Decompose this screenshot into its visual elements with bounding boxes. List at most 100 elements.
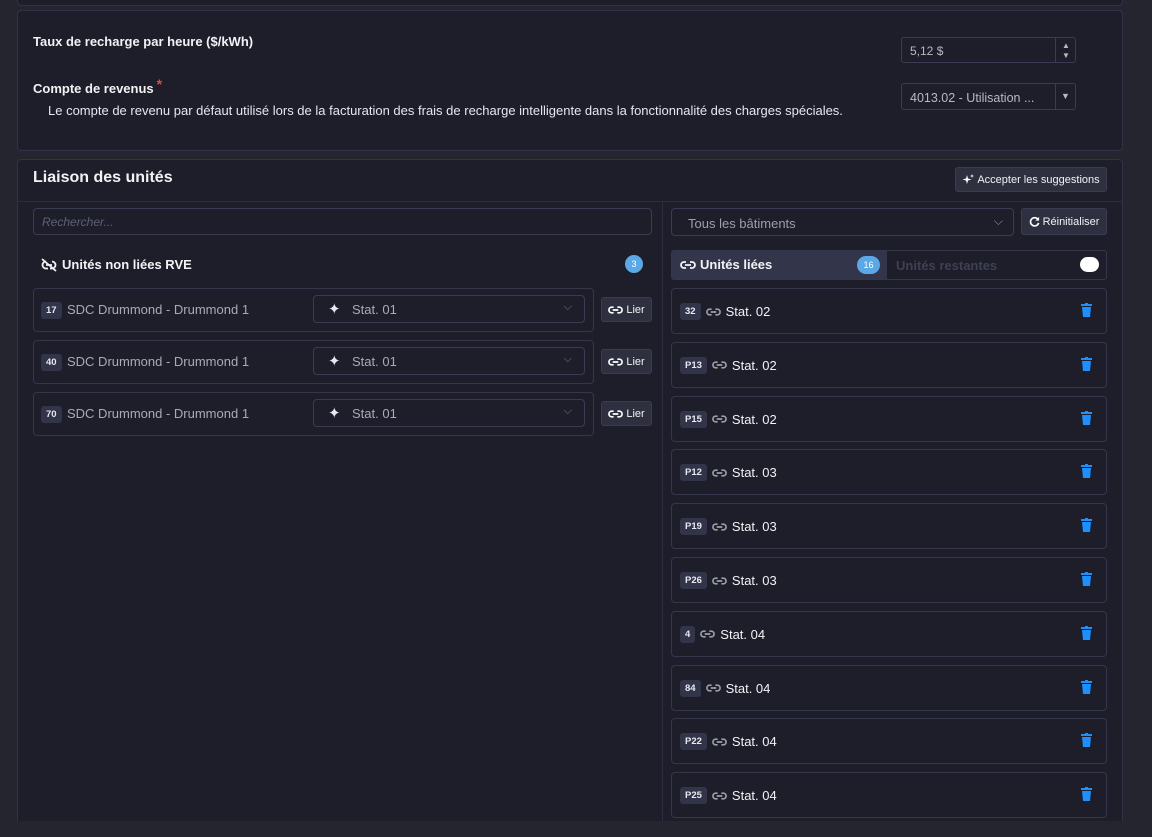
accept-suggestions-button[interactable]: Accepter les suggestions: [955, 167, 1107, 192]
sparkle-icon: ✦: [328, 301, 341, 318]
station-label: Stat. 02: [725, 304, 771, 319]
unlinked-row: 70 SDC Drummond - Drummond 1 ✦ Stat. 01 ⌵: [33, 392, 594, 436]
reset-button[interactable]: Réinitialiser: [1021, 208, 1107, 235]
tab-remaining-units[interactable]: Unités restantes: [896, 258, 997, 273]
chevron-down-icon: ⌵: [563, 301, 572, 313]
chevron-down-icon: ⌵: [993, 214, 1003, 228]
unlink-icon: [41, 257, 57, 272]
station-select[interactable]: ✦ Stat. 01 ⌵: [313, 347, 585, 375]
building-value: Tous les bâtiments: [688, 216, 796, 231]
link-icon: [700, 630, 716, 638]
revenue-label: Compte de revenus *: [33, 76, 162, 96]
accept-suggestions-label: Accepter les suggestions: [977, 173, 1100, 186]
building-select[interactable]: Tous les bâtiments ⌵: [671, 208, 1014, 236]
linked-tab-label: Unités liées: [700, 257, 773, 272]
unlinked-title: Unités non liées RVE: [62, 257, 192, 272]
refresh-icon: [1029, 216, 1039, 227]
unit-badge: P15: [680, 410, 707, 428]
unit-badge: P12: [680, 464, 707, 482]
station-label: Stat. 04: [725, 680, 771, 696]
revenue-account-value: 4013.02 - Utilisation ...: [910, 91, 1035, 105]
tab-linked-units[interactable]: Unités liées 16: [672, 251, 887, 279]
search-placeholder: Rechercher...: [42, 215, 114, 229]
linked-tabs: Unités liées 16 Unités restantes: [671, 250, 1107, 280]
sparkle-icon: [962, 173, 975, 184]
revenue-account-select[interactable]: 4013.02 - Utilisation ... ▼: [901, 83, 1076, 110]
trash-icon[interactable]: [1081, 303, 1092, 317]
sparkle-icon: ✦: [328, 405, 341, 422]
link-button[interactable]: Lier: [601, 349, 652, 374]
unit-name: SDC Drummond - Drummond 1: [67, 406, 250, 421]
linked-row: P13 Stat. 02: [671, 341, 1107, 388]
linking-title: Liaison des unités: [33, 169, 173, 186]
linked-row: 4 Stat. 04: [671, 610, 1107, 657]
unit-badge: 70: [41, 406, 62, 423]
station-label: Stat. 04: [731, 788, 777, 804]
link-icon: [608, 305, 624, 314]
charging-settings-panel: Taux de recharge par heure ($/kWh) 5,12 …: [17, 10, 1123, 151]
spin-up-icon[interactable]: ▲: [1062, 42, 1070, 50]
linked-row: P25 Stat. 04: [671, 772, 1107, 819]
page-bottom-edge: [0, 821, 1152, 837]
unlinked-row: 40 SDC Drummond - Drummond 1 ✦ Stat. 01 ⌵: [33, 340, 594, 384]
unlinked-header: Unités non liées RVE: [40, 257, 192, 272]
link-icon: [712, 415, 727, 423]
unit-badge: 17: [41, 302, 62, 319]
spin-down-icon[interactable]: ▼: [1062, 52, 1070, 60]
link-icon: [712, 576, 727, 585]
chevron-down-icon: ⌵: [563, 405, 572, 417]
station-label: Stat. 04: [720, 626, 766, 642]
trash-icon[interactable]: [1081, 787, 1092, 802]
unit-badge: P13: [680, 356, 707, 374]
link-button-label: Lier: [626, 303, 645, 316]
unit-badge: 40: [41, 354, 62, 371]
link-icon: [712, 792, 727, 800]
unit-badge: P22: [680, 733, 707, 751]
unit-badge: 84: [680, 679, 701, 697]
trash-icon[interactable]: [1081, 679, 1092, 694]
station-label: Stat. 02: [731, 357, 777, 373]
trash-icon[interactable]: [1081, 572, 1092, 586]
trash-icon[interactable]: [1081, 410, 1092, 425]
link-button-label: Lier: [626, 407, 645, 420]
unit-badge: P26: [680, 572, 707, 589]
station-select[interactable]: ✦ Stat. 01 ⌵: [313, 399, 585, 427]
caret-down-icon[interactable]: ▼: [1055, 84, 1075, 109]
station-value: Stat. 01: [352, 354, 397, 369]
linked-row: P19 Stat. 03: [671, 503, 1107, 550]
trash-icon[interactable]: [1081, 733, 1092, 748]
unlinked-count-badge: 3: [625, 255, 643, 273]
linked-row: P26 Stat. 03: [671, 557, 1107, 603]
trash-icon[interactable]: [1081, 625, 1092, 640]
trash-icon[interactable]: [1081, 518, 1092, 533]
rate-spinner[interactable]: ▲ ▼: [1055, 38, 1075, 62]
required-asterisk: *: [156, 76, 163, 92]
unit-badge: P25: [680, 787, 707, 805]
link-icon: [705, 307, 721, 316]
unit-name: SDC Drummond - Drummond 1: [67, 354, 250, 369]
link-icon: [712, 523, 727, 531]
station-select[interactable]: ✦ Stat. 01 ⌵: [313, 295, 585, 323]
link-icon: [680, 260, 696, 269]
linked-count-badge: 16: [857, 256, 880, 274]
link-button[interactable]: Lier: [601, 297, 652, 322]
revenue-description: Le compte de revenu par défaut utilisé l…: [48, 103, 843, 118]
revenue-label-text: Compte de revenus: [33, 81, 154, 96]
station-label: Stat. 03: [731, 573, 777, 588]
remaining-toggle[interactable]: [1080, 257, 1099, 272]
unit-linking-panel: Liaison des unités Accepter les suggesti…: [17, 159, 1123, 837]
linked-row: P12 Stat. 03: [671, 449, 1107, 496]
rate-input[interactable]: 5,12 $ ▲ ▼: [901, 37, 1076, 63]
link-icon: [608, 409, 624, 418]
trash-icon[interactable]: [1081, 464, 1092, 479]
linked-row: 32 Stat. 02: [671, 288, 1107, 334]
link-icon: [608, 357, 624, 366]
previous-panel-edge: [17, 0, 1123, 6]
station-label: Stat. 04: [731, 734, 777, 750]
sparkle-icon: ✦: [328, 353, 341, 370]
rate-value: 5,12 $: [910, 44, 944, 58]
search-input[interactable]: Rechercher...: [33, 208, 652, 235]
trash-icon[interactable]: [1081, 356, 1092, 371]
rate-label: Taux de recharge par heure ($/kWh): [33, 34, 254, 49]
link-button[interactable]: Lier: [601, 401, 652, 426]
